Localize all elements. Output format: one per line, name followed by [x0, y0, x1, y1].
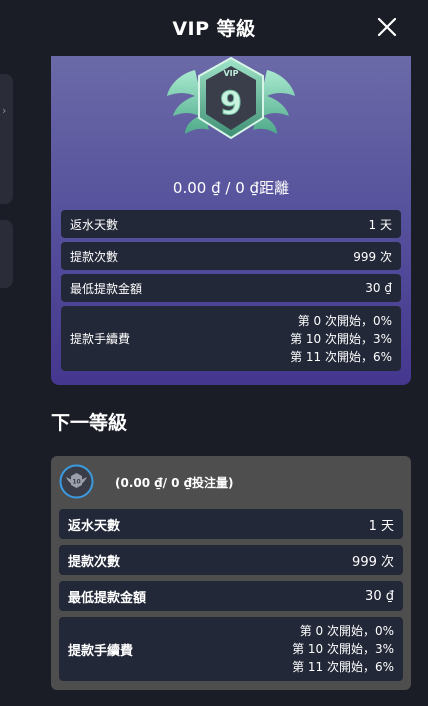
badge-level-number: 9 [220, 84, 242, 122]
row-label: 提款次數 [68, 554, 121, 570]
modal-header: VIP 等級 [0, 0, 428, 56]
distance-text: 0.00 ₫ / 0 ₫距離 [172, 179, 290, 197]
modal-title: VIP 等級 [172, 18, 256, 40]
rebate-days-row: 返水天數 1 天 [59, 509, 403, 539]
next-level-badge-icon: 10 [59, 464, 94, 499]
row-value: 1 天 [368, 217, 392, 232]
fee-lines: 第 0 次開始，0% 第 10 次開始，3% 第 11 次開始，6% [292, 622, 394, 676]
row-label: 返水天數 [70, 217, 119, 232]
row-value: 999 次 [353, 249, 392, 264]
withdraw-count-row: 提款次數 999 次 [59, 545, 403, 575]
background-side-panel-2 [0, 220, 13, 288]
row-label: 最低提款金額 [68, 590, 147, 606]
chevron-right-icon[interactable]: › [2, 104, 6, 117]
min-withdraw-row: 最低提款金額 30 ₫ [61, 274, 401, 302]
next-level-header: 10 (0.00 ₫/ 0 ₫投注量) [51, 456, 411, 506]
min-withdraw-row: 最低提款金額 30 ₫ [59, 581, 403, 611]
fee-line: 第 10 次開始，3% [292, 642, 394, 656]
row-label: 最低提款金額 [70, 281, 143, 296]
row-value: 1 天 [368, 518, 394, 534]
fee-line: 第 11 次開始，6% [290, 349, 392, 364]
next-badge-level-number: 10 [72, 479, 80, 486]
withdraw-fee-row: 提款手續費 第 0 次開始，0% 第 10 次開始，3% 第 11 次開始，6% [59, 617, 403, 681]
row-label: 提款手續費 [68, 643, 134, 659]
row-label: 提款手續費 [70, 332, 131, 346]
fee-lines: 第 0 次開始，0% 第 10 次開始，3% 第 11 次開始，6% [290, 312, 392, 366]
row-value: 30 ₫ [365, 281, 392, 295]
row-value: 999 次 [352, 554, 394, 570]
row-label: 提款次數 [70, 249, 119, 264]
rebate-days-row: 返水天數 1 天 [61, 210, 401, 238]
fee-line: 第 0 次開始，0% [299, 624, 394, 638]
next-level-title: 下一等級 [51, 412, 128, 434]
withdraw-fee-row: 提款手續費 第 0 次開始，0% 第 10 次開始，3% 第 11 次開始，6% [61, 306, 401, 371]
row-label: 返水天數 [68, 518, 121, 534]
next-level-requirement: (0.00 ₫/ 0 ₫投注量) [115, 476, 234, 490]
fee-line: 第 11 次開始，6% [292, 660, 394, 674]
close-icon[interactable] [374, 14, 400, 40]
fee-line: 第 0 次開始，0% [297, 313, 392, 328]
badge-vip-text: VIP [223, 69, 238, 78]
row-value: 30 ₫ [365, 588, 394, 604]
fee-line: 第 10 次開始，3% [290, 331, 392, 346]
vip-badge-icon: VIP 9 [165, 56, 297, 146]
background-side-panel: › [0, 74, 13, 204]
withdraw-count-row: 提款次數 999 次 [61, 242, 401, 270]
current-level-card: VIP 9 0.00 ₫ / 0 ₫距離 返水天數 1 天 提款次數 999 次… [51, 56, 411, 385]
next-level-card: 10 (0.00 ₫/ 0 ₫投注量) 返水天數 1 天 提款次數 999 次 … [51, 456, 411, 690]
